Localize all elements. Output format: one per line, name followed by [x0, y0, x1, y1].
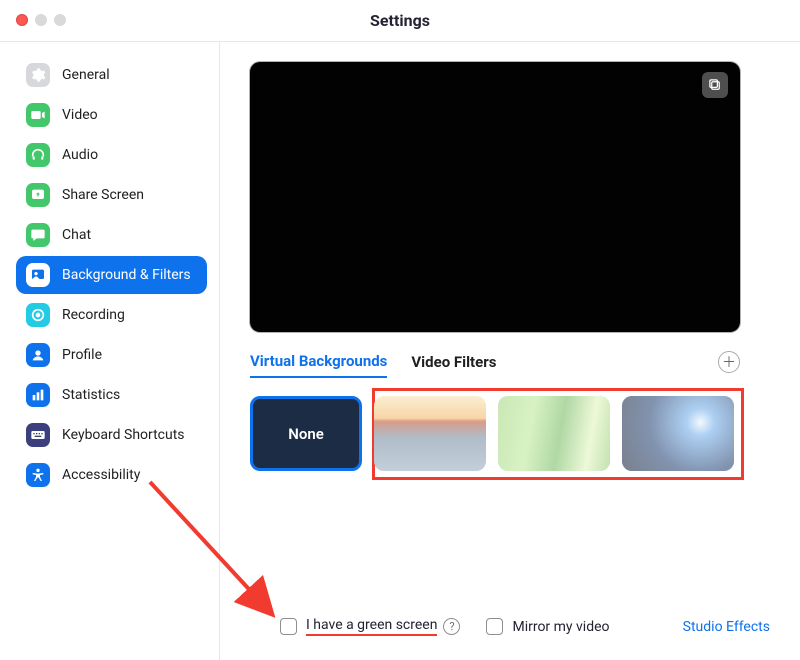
sidebar: General Video Audio Share Screen [0, 42, 220, 660]
statistics-icon [26, 383, 50, 407]
mirror-video-label: Mirror my video [512, 619, 609, 635]
tab-virtual-backgrounds[interactable]: Virtual Backgrounds [250, 346, 387, 378]
sidebar-item-general[interactable]: General [16, 56, 207, 94]
video-preview [250, 62, 740, 332]
chat-icon [26, 223, 50, 247]
background-option-none[interactable]: None [250, 396, 362, 471]
help-icon[interactable]: ? [443, 618, 460, 635]
sidebar-item-chat[interactable]: Chat [16, 216, 207, 254]
background-option-label: None [288, 425, 324, 443]
window-title: Settings [0, 11, 800, 30]
sidebar-item-keyboard-shortcuts[interactable]: Keyboard Shortcuts [16, 416, 207, 454]
sidebar-item-audio[interactable]: Audio [16, 136, 207, 174]
background-filters-icon [26, 263, 50, 287]
sidebar-item-video[interactable]: Video [16, 96, 207, 134]
video-icon [26, 103, 50, 127]
sidebar-item-label: Accessibility [62, 467, 140, 483]
sidebar-item-accessibility[interactable]: Accessibility [16, 456, 207, 494]
sidebar-item-label: Audio [62, 147, 98, 163]
minimize-window-button[interactable] [35, 14, 47, 26]
share-screen-icon [26, 183, 50, 207]
window-controls [16, 14, 66, 26]
sidebar-item-label: Background & Filters [62, 267, 191, 283]
green-screen-label: I have a green screen [306, 617, 437, 636]
sidebar-item-profile[interactable]: Profile [16, 336, 207, 374]
sidebar-item-background-filters[interactable]: Background & Filters [16, 256, 207, 294]
sidebar-item-label: Profile [62, 347, 102, 363]
sidebar-item-label: Statistics [62, 387, 120, 403]
mirror-video-checkbox[interactable] [486, 618, 503, 635]
tab-video-filters[interactable]: Video Filters [411, 347, 496, 377]
sidebar-item-share-screen[interactable]: Share Screen [16, 176, 207, 214]
headphones-icon [26, 143, 50, 167]
bottom-options: I have a green screen ? Mirror my video … [250, 617, 770, 636]
sidebar-item-statistics[interactable]: Statistics [16, 376, 207, 414]
background-option-bridge[interactable] [374, 396, 486, 471]
sidebar-item-label: General [62, 67, 110, 83]
background-option-grass[interactable] [498, 396, 610, 471]
rotate-camera-button[interactable] [702, 72, 728, 98]
sidebar-item-label: Chat [62, 227, 91, 243]
sidebar-item-label: Video [62, 107, 98, 123]
gear-icon [26, 63, 50, 87]
green-screen-checkbox[interactable] [280, 618, 297, 635]
accessibility-icon [26, 463, 50, 487]
tabs: Virtual Backgrounds Video Filters ＋ [250, 346, 740, 378]
profile-icon [26, 343, 50, 367]
recording-icon [26, 303, 50, 327]
add-background-button[interactable]: ＋ [718, 351, 740, 373]
titlebar: Settings [0, 0, 800, 42]
sidebar-item-label: Share Screen [62, 187, 144, 203]
backgrounds-grid: None [250, 396, 740, 471]
main-panel: Virtual Backgrounds Video Filters ＋ None [220, 42, 800, 660]
content: General Video Audio Share Screen [0, 42, 800, 660]
settings-window: Settings General Video Audio [0, 0, 800, 660]
sidebar-item-recording[interactable]: Recording [16, 296, 207, 334]
keyboard-icon [26, 423, 50, 447]
sidebar-item-label: Keyboard Shortcuts [62, 427, 185, 443]
close-window-button[interactable] [16, 14, 28, 26]
maximize-window-button[interactable] [54, 14, 66, 26]
sidebar-item-label: Recording [62, 307, 125, 323]
background-option-space[interactable] [622, 396, 734, 471]
studio-effects-link[interactable]: Studio Effects [683, 619, 770, 635]
